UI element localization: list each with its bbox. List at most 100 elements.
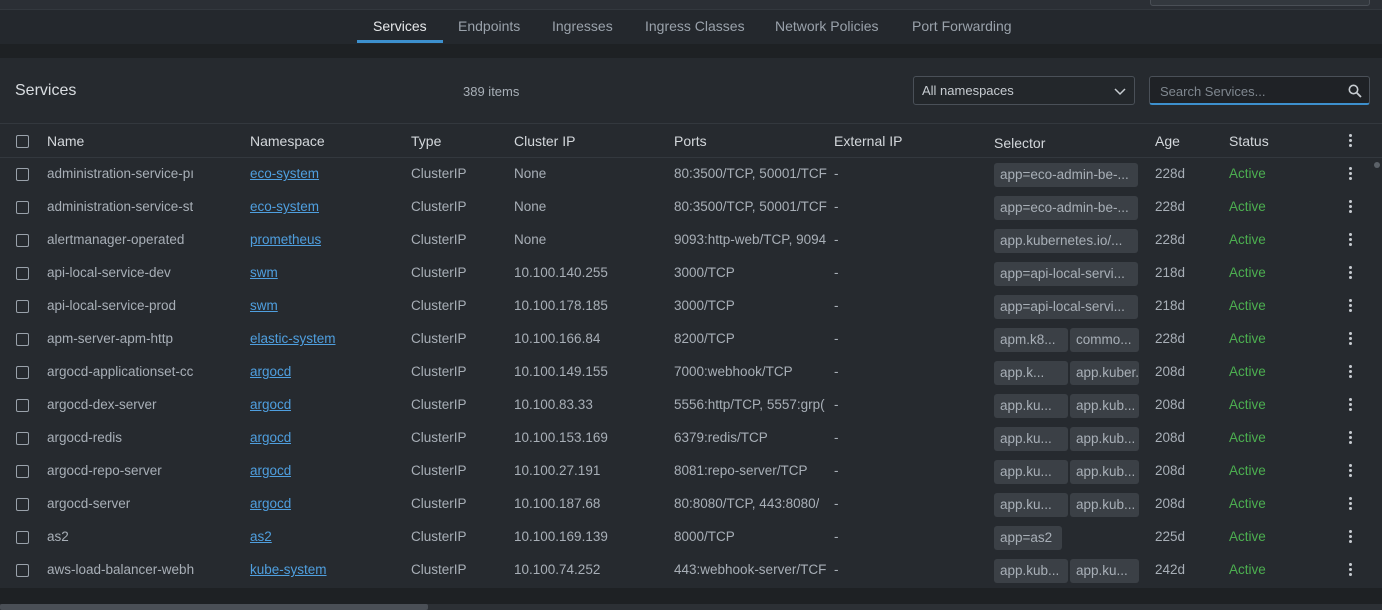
namespace-link[interactable]: argocd bbox=[250, 397, 291, 412]
table-row[interactable]: alertmanager-operated prometheus ClusterIP… bbox=[0, 224, 1382, 257]
service-name: argocd-repo-server bbox=[47, 463, 162, 478]
horizontal-scrollbar[interactable] bbox=[0, 588, 1382, 610]
ports: 80:8080/TCP, 443:8080/ bbox=[674, 496, 820, 511]
row-checkbox[interactable] bbox=[16, 267, 29, 280]
column-header-age[interactable]: Age bbox=[1155, 133, 1180, 149]
table-row[interactable]: administration-service-st eco-system Clust… bbox=[0, 191, 1382, 224]
row-checkbox[interactable] bbox=[16, 234, 29, 247]
service-name: argocd-server bbox=[47, 496, 131, 511]
tab-ingress-classes[interactable]: Ingress Classes bbox=[645, 18, 745, 43]
cluster-ip: 10.100.153.169 bbox=[514, 430, 608, 445]
row-checkbox[interactable] bbox=[16, 531, 29, 544]
service-type: ClusterIP bbox=[411, 199, 467, 214]
namespace-link[interactable]: argocd bbox=[250, 430, 291, 445]
namespace-link[interactable]: swm bbox=[250, 298, 278, 313]
selector-chip: app.ku... bbox=[1070, 559, 1139, 583]
row-checkbox[interactable] bbox=[16, 465, 29, 478]
table-row[interactable]: aws-load-balancer-webh kube-system Cluster… bbox=[0, 554, 1382, 587]
row-menu-icon[interactable] bbox=[1343, 528, 1357, 546]
table-row[interactable]: argocd-repo-server argocd ClusterIP 10.100.… bbox=[0, 455, 1382, 488]
table-row[interactable]: api-local-service-dev swm ClusterIP 10.100.… bbox=[0, 257, 1382, 290]
column-header-selector[interactable]: Selector bbox=[994, 135, 1045, 151]
row-menu-icon[interactable] bbox=[1343, 561, 1357, 579]
row-checkbox[interactable] bbox=[16, 432, 29, 445]
service-name: api-local-service-dev bbox=[47, 265, 171, 280]
namespace-select[interactable]: All namespaces bbox=[913, 76, 1135, 105]
service-type: ClusterIP bbox=[411, 364, 467, 379]
external-ip: - bbox=[834, 199, 839, 214]
table-row[interactable]: argocd-redis argocd ClusterIP 10.100.153.16… bbox=[0, 422, 1382, 455]
table-row[interactable]: apm-server-apm-http elastic-system Cluster… bbox=[0, 323, 1382, 356]
tab-port-forwarding[interactable]: Port Forwarding bbox=[912, 18, 1012, 43]
search-box[interactable] bbox=[1149, 76, 1370, 105]
column-header-ports[interactable]: Ports bbox=[674, 133, 707, 149]
table-row[interactable]: api-local-service-prod swm ClusterIP 10.100… bbox=[0, 290, 1382, 323]
row-menu-icon[interactable] bbox=[1343, 462, 1357, 480]
row-checkbox[interactable] bbox=[16, 399, 29, 412]
vertical-scrollbar[interactable] bbox=[1374, 162, 1380, 168]
tab-services[interactable]: Services bbox=[357, 18, 443, 43]
row-menu-icon[interactable] bbox=[1343, 264, 1357, 282]
row-menu-icon[interactable] bbox=[1343, 297, 1357, 315]
namespace-link[interactable]: argocd bbox=[250, 463, 291, 478]
search-input[interactable] bbox=[1160, 82, 1340, 100]
row-checkbox[interactable] bbox=[16, 564, 29, 577]
column-header-status[interactable]: Status bbox=[1229, 133, 1269, 149]
external-ip: - bbox=[834, 562, 839, 577]
external-ip: - bbox=[834, 529, 839, 544]
column-header-cluster-ip[interactable]: Cluster IP bbox=[514, 133, 575, 149]
row-checkbox[interactable] bbox=[16, 300, 29, 313]
row-menu-icon[interactable] bbox=[1343, 363, 1357, 381]
namespace-link[interactable]: argocd bbox=[250, 496, 291, 511]
column-header-name[interactable]: Name bbox=[47, 133, 84, 149]
selector-chip: app.k... bbox=[994, 361, 1068, 385]
tab-endpoints[interactable]: Endpoints bbox=[458, 18, 520, 43]
service-name: api-local-service-prod bbox=[47, 298, 177, 313]
row-checkbox[interactable] bbox=[16, 333, 29, 346]
namespace-link[interactable]: eco-system bbox=[250, 166, 319, 181]
row-menu-icon[interactable] bbox=[1343, 495, 1357, 513]
service-name: alertmanager-operated bbox=[47, 232, 185, 247]
age: 228d bbox=[1155, 199, 1186, 214]
table-row[interactable]: administration-service-pı eco-system Clust… bbox=[0, 158, 1382, 191]
namespace-link[interactable]: argocd bbox=[250, 364, 291, 379]
namespace-link[interactable]: prometheus bbox=[250, 232, 321, 247]
row-menu-icon[interactable] bbox=[1343, 396, 1357, 414]
tab-ingresses[interactable]: Ingresses bbox=[552, 18, 613, 43]
select-all-checkbox[interactable] bbox=[16, 135, 29, 148]
status-badge: Active bbox=[1229, 166, 1266, 181]
cluster-ip: None bbox=[514, 232, 547, 247]
row-menu-icon[interactable] bbox=[1343, 198, 1357, 216]
table-row[interactable]: argocd-server argocd ClusterIP 10.100.187.6… bbox=[0, 488, 1382, 521]
column-header-external-ip[interactable]: External IP bbox=[834, 133, 902, 149]
columns-menu-icon[interactable] bbox=[1343, 132, 1357, 150]
row-menu-icon[interactable] bbox=[1343, 330, 1357, 348]
row-checkbox[interactable] bbox=[16, 498, 29, 511]
service-type: ClusterIP bbox=[411, 166, 467, 181]
scrollbar-thumb[interactable] bbox=[0, 604, 428, 610]
status-badge: Active bbox=[1229, 463, 1266, 478]
table-row[interactable]: argocd-applicationset-cc argocd ClusterIP 1… bbox=[0, 356, 1382, 389]
namespace-link[interactable]: eco-system bbox=[250, 199, 319, 214]
row-menu-icon[interactable] bbox=[1343, 165, 1357, 183]
table-row[interactable]: as2 as2 ClusterIP 10.100.169.139 8000/TCP - 22… bbox=[0, 521, 1382, 554]
namespace-link[interactable]: swm bbox=[250, 265, 278, 280]
row-checkbox[interactable] bbox=[16, 366, 29, 379]
row-menu-icon[interactable] bbox=[1343, 429, 1357, 447]
selector-chip: app.ku... bbox=[994, 460, 1068, 484]
age: 208d bbox=[1155, 463, 1186, 478]
column-header-type[interactable]: Type bbox=[411, 133, 441, 149]
tab-network-policies[interactable]: Network Policies bbox=[775, 18, 878, 43]
table-row[interactable]: argocd-dex-server argocd ClusterIP 10.100.8… bbox=[0, 389, 1382, 422]
namespace-link[interactable]: as2 bbox=[250, 529, 272, 544]
row-checkbox[interactable] bbox=[16, 201, 29, 214]
column-header-namespace[interactable]: Namespace bbox=[250, 133, 325, 149]
search-icon[interactable] bbox=[1348, 84, 1362, 98]
row-checkbox[interactable] bbox=[16, 168, 29, 181]
row-menu-icon[interactable] bbox=[1343, 231, 1357, 249]
service-type: ClusterIP bbox=[411, 298, 467, 313]
namespace-link[interactable]: kube-system bbox=[250, 562, 327, 577]
service-name: apm-server-apm-http bbox=[47, 331, 174, 346]
external-ip: - bbox=[834, 265, 839, 280]
namespace-link[interactable]: elastic-system bbox=[250, 331, 336, 346]
